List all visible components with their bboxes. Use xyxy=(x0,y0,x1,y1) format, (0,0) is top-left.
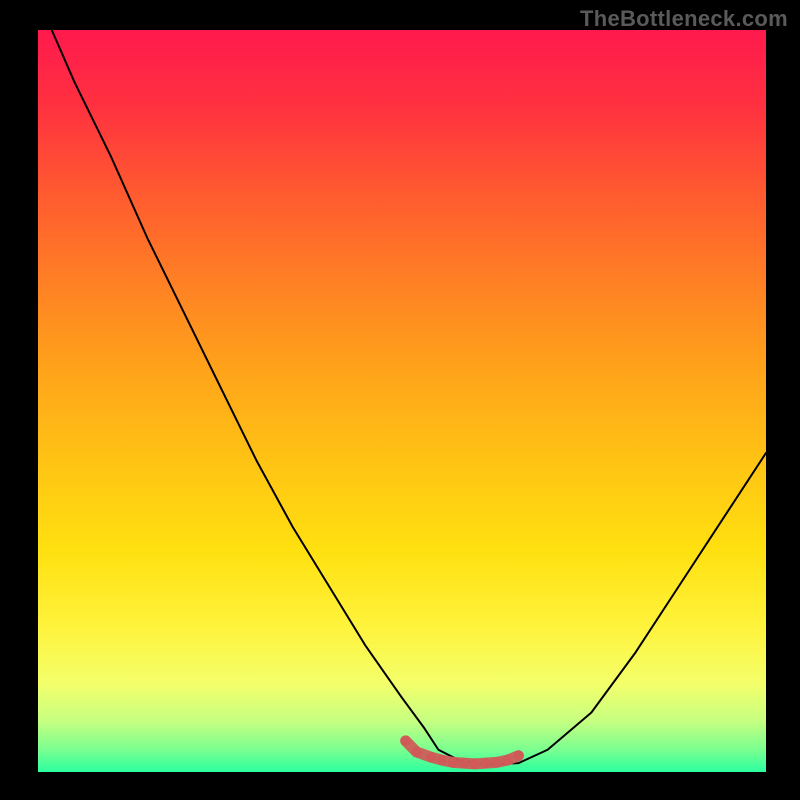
minimum-marker-dot xyxy=(481,758,491,768)
chart-stage: TheBottleneck.com xyxy=(0,0,800,800)
minimum-marker-dot xyxy=(411,747,421,757)
plot-background xyxy=(38,30,766,772)
chart-svg xyxy=(0,0,800,800)
watermark-text: TheBottleneck.com xyxy=(580,6,788,32)
minimum-marker-dot xyxy=(400,736,410,746)
minimum-marker-dot xyxy=(470,759,480,769)
minimum-marker-dot xyxy=(491,757,501,767)
minimum-marker-dot xyxy=(426,752,436,762)
minimum-marker-dot xyxy=(459,758,469,768)
minimum-marker-dot xyxy=(513,750,523,760)
minimum-marker-dot xyxy=(437,755,447,765)
minimum-marker-dot xyxy=(502,755,512,765)
minimum-marker-dot xyxy=(448,757,458,767)
